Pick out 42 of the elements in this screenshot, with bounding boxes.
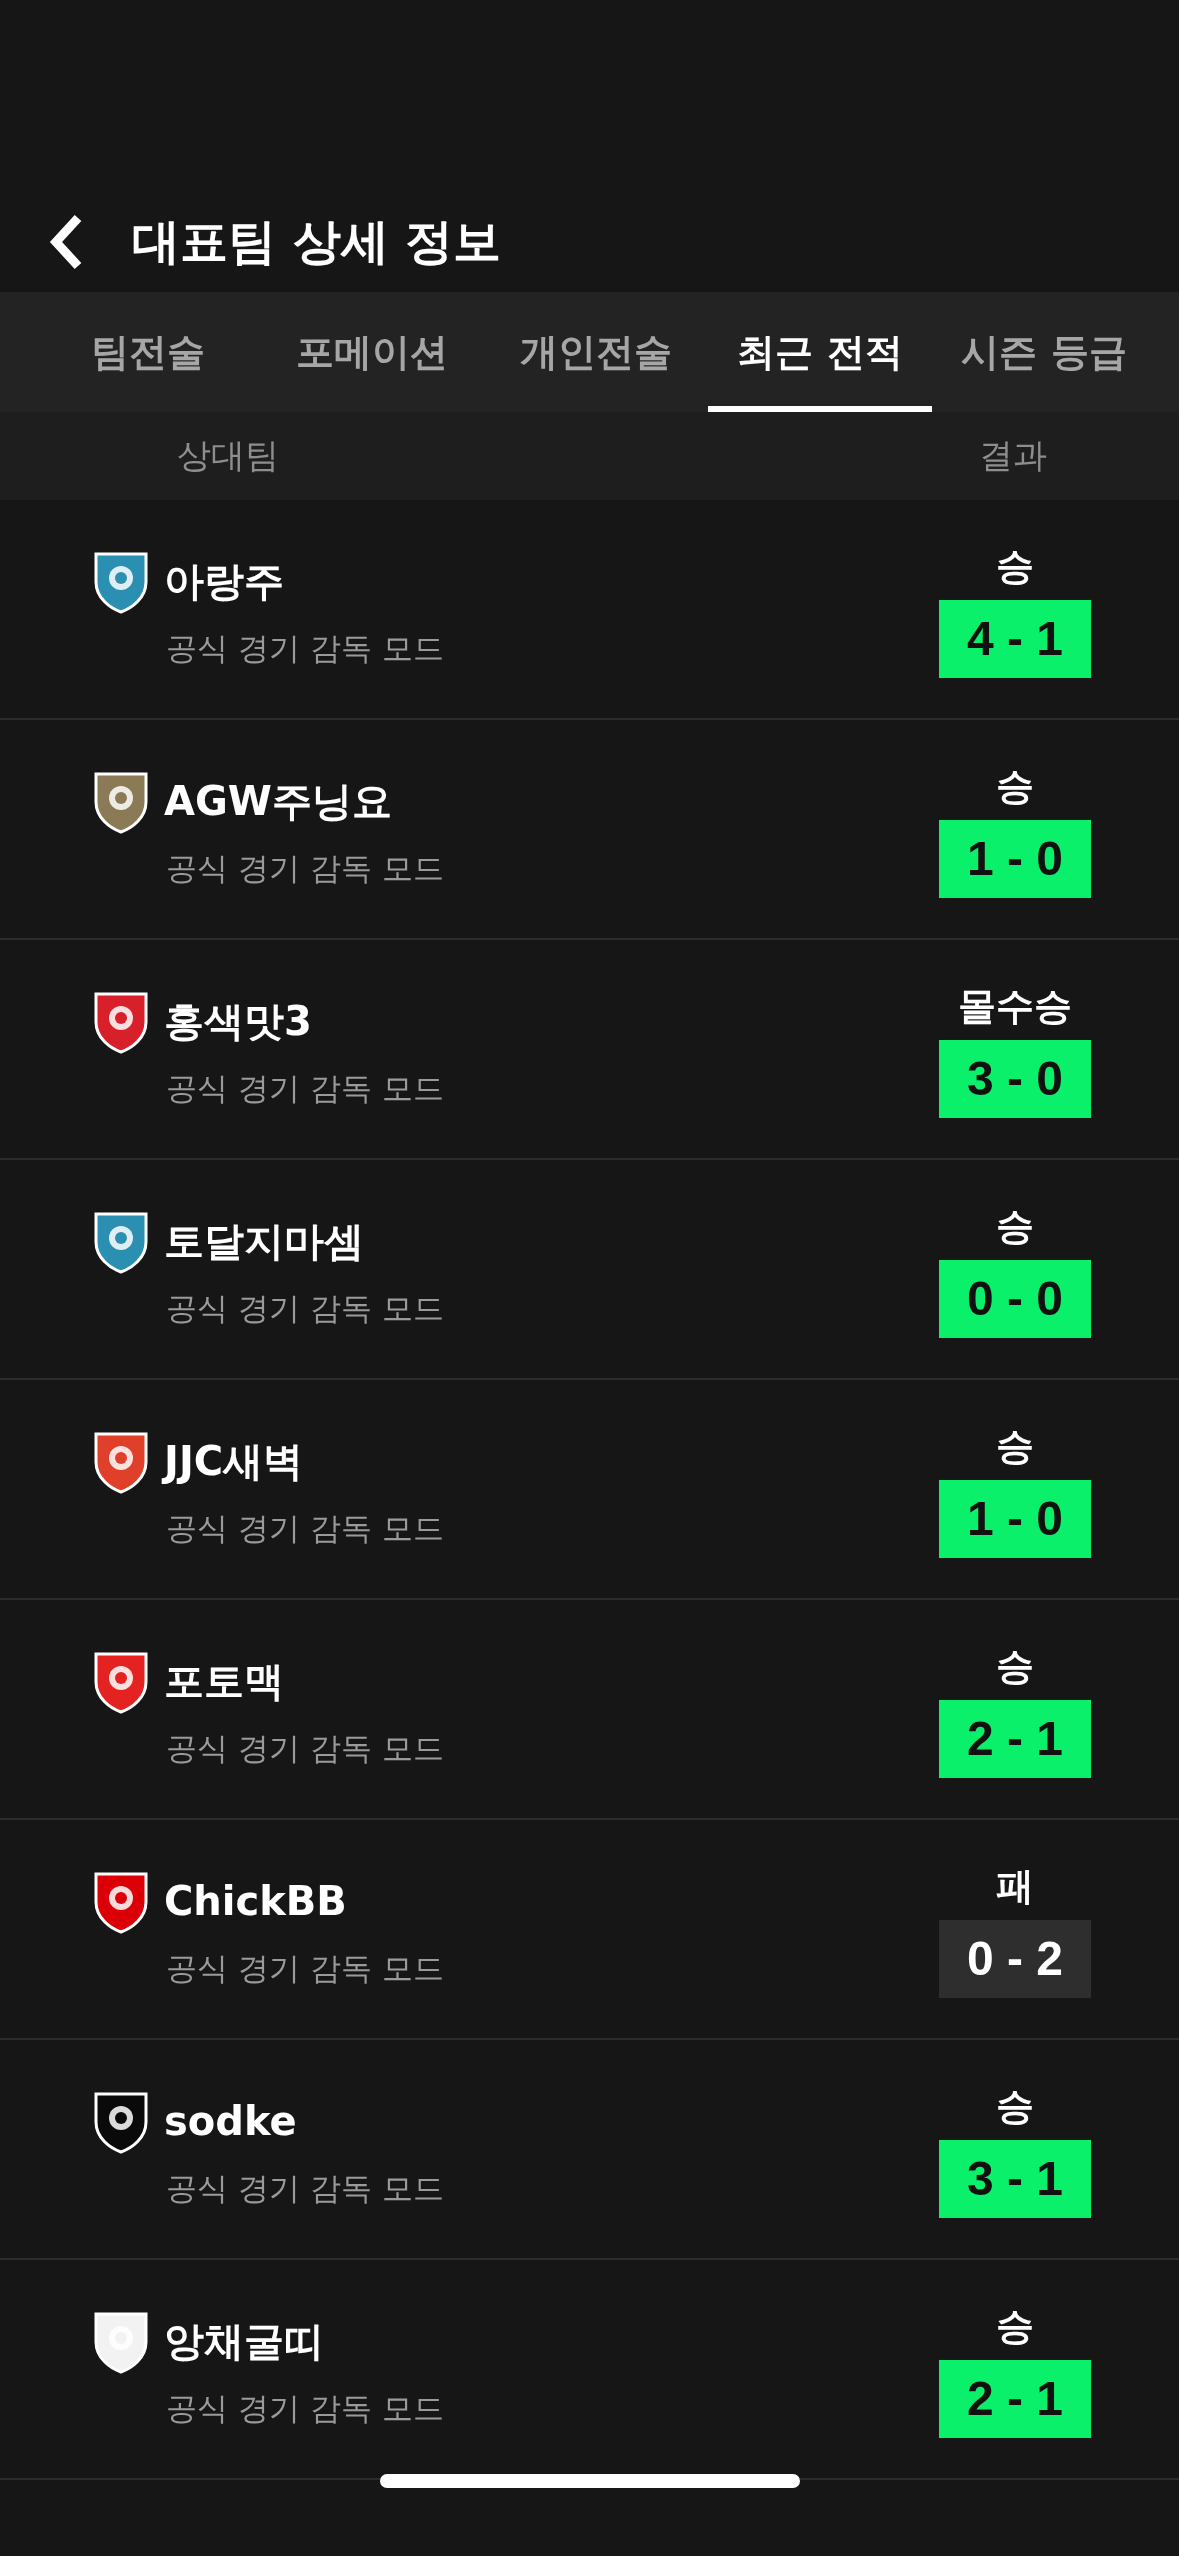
score-badge: 0 - 2	[939, 1919, 1091, 1998]
column-header: 상대팀	[176, 434, 280, 477]
result-label: 승	[996, 2082, 1034, 2130]
score-badge: 4 - 1	[939, 599, 1091, 678]
result-label: 승	[996, 1422, 1034, 1470]
page-title: 대표팀 상세 정보	[132, 212, 502, 271]
match-mode: 공식 경기 감독 모드	[166, 2169, 445, 2208]
match-mode: 공식 경기 감독 모드	[166, 849, 445, 888]
team-name: 포토맥	[164, 1656, 284, 1706]
score-badge: 2 - 1	[939, 1699, 1091, 1778]
match-mode: 공식 경기 감독 모드	[166, 2389, 445, 2428]
result-label: 승	[996, 2302, 1034, 2350]
match-mode: 공식 경기 감독 모드	[166, 1949, 445, 1988]
score-badge: 1 - 0	[939, 819, 1091, 898]
score-badge: 0 - 0	[939, 1259, 1091, 1338]
match-mode: 공식 경기 감독 모드	[166, 1069, 445, 1108]
team-name: 앙채굴띠	[164, 2316, 324, 2366]
score-badge: 3 - 1	[939, 2139, 1091, 2218]
result-label: 승	[996, 542, 1034, 590]
tab[interactable]: 팀전술	[36, 292, 260, 412]
team-name: sodke	[164, 2098, 297, 2144]
team-name: 아랑주	[164, 556, 284, 606]
tab[interactable]: 포메이션	[260, 292, 484, 412]
match-mode: 공식 경기 감독 모드	[166, 1289, 445, 1328]
team-name: AGW주닝요	[164, 776, 392, 826]
result-label: 승	[996, 762, 1034, 810]
team-name: ChickBB	[164, 1878, 347, 1924]
tab[interactable]: 시즌 등급	[932, 292, 1156, 412]
score-badge: 1 - 0	[939, 1479, 1091, 1558]
tab[interactable]: 개인전술	[484, 292, 708, 412]
team-name: 토달지마셈	[164, 1216, 364, 1266]
match-mode: 공식 경기 감독 모드	[166, 629, 445, 668]
score-badge: 3 - 0	[939, 1039, 1091, 1118]
match-mode: 공식 경기 감독 모드	[166, 1729, 445, 1768]
match-mode: 공식 경기 감독 모드	[166, 1509, 445, 1548]
result-label: 몰수승	[958, 982, 1072, 1030]
result-label: 승	[996, 1202, 1034, 1250]
score-badge: 2 - 1	[939, 2359, 1091, 2438]
result-label: 승	[996, 1642, 1034, 1690]
result-label: 패	[996, 1862, 1034, 1910]
column-header: 결과	[978, 434, 1048, 477]
team-name: 홍색맛3	[164, 996, 312, 1046]
